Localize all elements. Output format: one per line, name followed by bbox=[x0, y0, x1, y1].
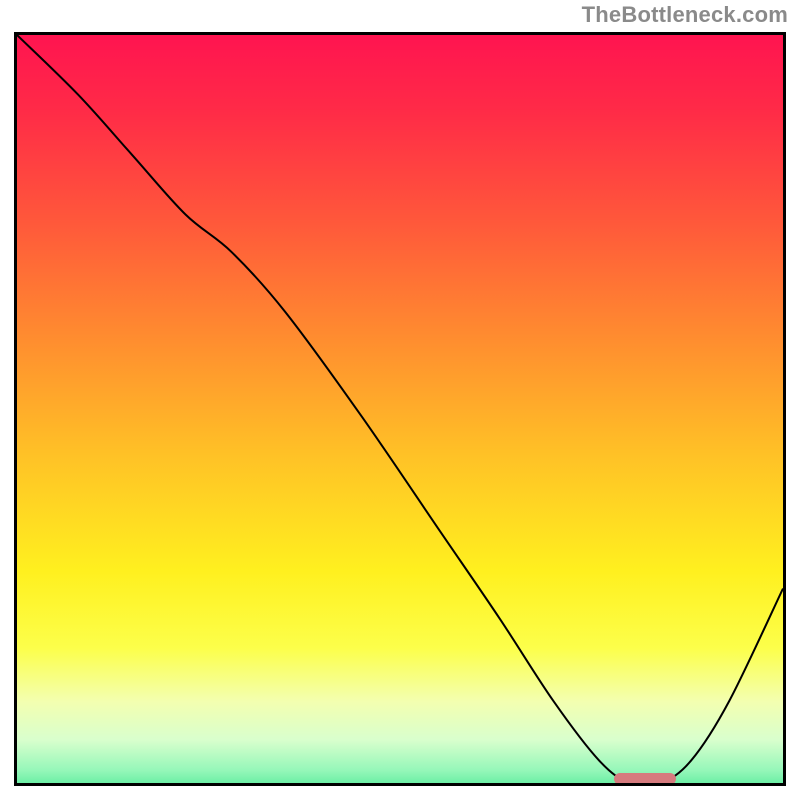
optimal-range-marker bbox=[614, 773, 675, 785]
chart-container: TheBottleneck.com bbox=[0, 0, 800, 800]
watermark-text: TheBottleneck.com bbox=[582, 2, 788, 28]
bottleneck-curve bbox=[17, 35, 783, 783]
plot-frame bbox=[14, 32, 786, 786]
